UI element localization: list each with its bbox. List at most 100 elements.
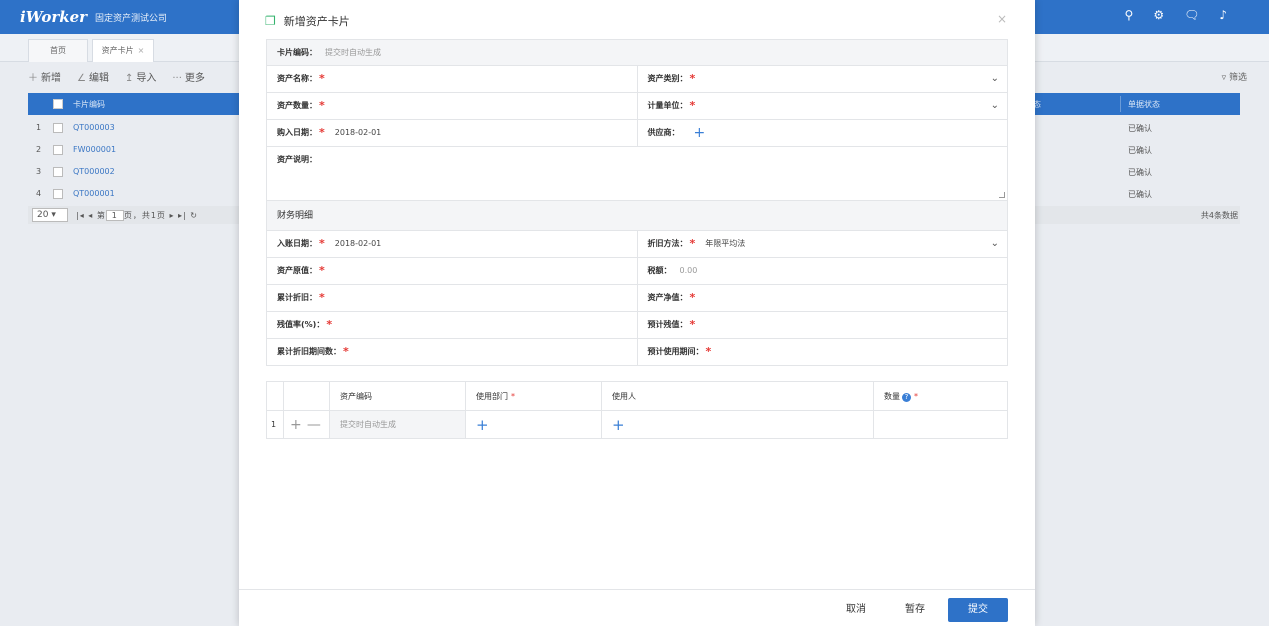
first-page-icon[interactable]: |◂ <box>76 211 85 220</box>
add-supplier-icon[interactable]: + <box>694 125 706 141</box>
more-label: 更多 <box>184 72 205 84</box>
card-code-row: 卡片编码： 提交时自动生成 <box>266 39 1008 66</box>
supplier-field: 供应商： + <box>636 120 1008 146</box>
chevron-down-icon: ⌄ <box>990 100 999 111</box>
message-icon[interactable]: 🗨 <box>1184 8 1199 22</box>
close-icon[interactable]: × <box>997 12 1007 26</box>
asset-desc-row: 资产说明： <box>266 147 1008 201</box>
qty-cell[interactable] <box>873 410 1008 439</box>
bell-icon[interactable]: ♪ <box>1219 8 1227 22</box>
col-card-code[interactable]: 卡片编码 <box>73 99 105 110</box>
depreciation-method-select[interactable]: 折旧方法： * 年限平均法 ⌄ <box>636 231 1008 257</box>
asset-desc-textarea[interactable]: 资产说明： <box>267 147 1007 200</box>
form-row: 资产名称： * 资产类别： * ⌄ <box>266 66 1008 93</box>
row-checkbox[interactable] <box>53 145 63 155</box>
card-code-link[interactable]: QT000001 <box>73 189 115 198</box>
dept-cell[interactable]: + <box>465 410 602 439</box>
header-qty-label: 数量 <box>884 391 900 401</box>
pencil-icon: ∠ <box>77 72 86 84</box>
more-button[interactable]: ··· 更多 <box>172 69 205 84</box>
add-user-icon[interactable]: + <box>612 416 625 434</box>
remove-row-icon[interactable]: — <box>307 417 321 433</box>
row-checkbox[interactable] <box>53 167 63 177</box>
required-mark: * <box>343 345 349 358</box>
row-checkbox[interactable] <box>53 123 63 133</box>
tab-asset-card[interactable]: 资产卡片 × <box>92 39 154 62</box>
form-row: 累计折旧： * 资产净值： * <box>266 285 1008 312</box>
chevron-down-icon: ⌄ <box>990 73 999 84</box>
required-mark: * <box>319 237 325 250</box>
unit-select[interactable]: 计量单位： * ⌄ <box>636 93 1008 119</box>
salvage-rate-label: 残值率(%)： <box>277 320 325 329</box>
next-page-icon[interactable]: ▸ <box>169 211 174 220</box>
close-icon[interactable]: × <box>138 46 145 55</box>
add-label: 新增 <box>41 72 61 84</box>
row-checkbox[interactable] <box>53 189 63 199</box>
tax-field[interactable]: 税额： 0.00 <box>636 258 1008 284</box>
prev-page-icon[interactable]: ◂ <box>88 211 93 220</box>
search-icon[interactable]: ⚲ <box>1125 8 1134 22</box>
page-input[interactable]: 1 <box>105 210 124 221</box>
depreciation-method-value: 年限平均法 <box>705 239 746 248</box>
help-icon[interactable]: ? <box>902 392 911 402</box>
plus-icon: ＋ <box>28 72 38 84</box>
est-use-periods-field[interactable]: 预计使用期间： * <box>636 339 1008 365</box>
card-code-link[interactable]: QT000002 <box>73 167 115 176</box>
form-row: 资产原值： * 税额： 0.00 <box>266 258 1008 285</box>
user-cell[interactable]: + <box>601 410 874 439</box>
col-doc-status[interactable]: 单据状态 <box>1128 99 1160 110</box>
ellipsis-icon: ··· <box>172 72 182 84</box>
entry-date-field[interactable]: 入账日期： * 2018-02-01 <box>267 231 637 257</box>
company-name[interactable]: 固定资产测试公司 <box>95 11 167 24</box>
original-value-field[interactable]: 资产原值： * <box>267 258 637 284</box>
asset-name-field[interactable]: 资产名称： * <box>267 66 637 92</box>
required-mark: * <box>319 72 325 85</box>
add-dept-icon[interactable]: + <box>476 416 489 434</box>
cancel-button[interactable]: 取消 <box>836 598 876 622</box>
filter-icon: ▿ <box>1221 73 1227 83</box>
submit-button[interactable]: 提交 <box>948 598 1008 622</box>
tab-home[interactable]: 首页 <box>28 39 88 62</box>
card-code-link[interactable]: FW000001 <box>73 145 116 154</box>
header-ops <box>283 381 330 411</box>
filter-button[interactable]: ▿ 筛选 <box>1222 70 1247 83</box>
salvage-rate-field[interactable]: 残值率(%)： * <box>267 312 637 338</box>
form-row: 残值率(%)： * 预计残值： * <box>266 312 1008 339</box>
settings-icon[interactable]: ⚙ <box>1153 8 1164 22</box>
asset-category-select[interactable]: 资产类别： * ⌄ <box>636 66 1008 92</box>
add-row-icon[interactable]: + <box>290 417 302 433</box>
import-button[interactable]: ↥ 导入 <box>125 69 156 84</box>
page-suffix: 页，共1页 <box>123 211 166 220</box>
resize-handle[interactable] <box>999 192 1005 198</box>
asset-detail-table: 资产编码 使用部门 * 使用人 数量? * 1 + — 提交时自动生成 + + <box>266 381 1008 439</box>
card-code-link[interactable]: QT000003 <box>73 123 115 132</box>
total-count: 共4条数据 <box>1200 211 1238 220</box>
required-mark: * <box>689 237 696 250</box>
last-page-icon[interactable]: ▸| <box>178 211 187 220</box>
table-row: 1 + — 提交时自动生成 + + <box>266 410 1008 439</box>
asset-quantity-label: 资产数量： <box>277 101 317 110</box>
edit-button[interactable]: ∠ 编辑 <box>77 69 109 84</box>
asset-quantity-field[interactable]: 资产数量： * <box>267 93 637 119</box>
select-all-checkbox[interactable] <box>53 99 63 109</box>
original-value-label: 资产原值： <box>277 266 317 275</box>
refresh-icon[interactable]: ↻ <box>190 211 198 220</box>
net-value-field[interactable]: 资产净值： * <box>636 285 1008 311</box>
table-header-row: 资产编码 使用部门 * 使用人 数量? * <box>266 381 1008 411</box>
add-button[interactable]: ＋新增 <box>28 69 61 84</box>
required-mark: * <box>689 291 696 304</box>
header-index <box>266 381 284 411</box>
page-size-value: 20 <box>37 210 49 220</box>
accum-depr-periods-field[interactable]: 累计折旧期间数： * <box>267 339 637 365</box>
doc-status: 已确认 <box>1128 190 1152 199</box>
header-user-label: 使用人 <box>612 391 636 401</box>
required-mark: * <box>511 391 515 401</box>
header-user: 使用人 <box>601 381 874 411</box>
page-size-select[interactable]: 20 ▾ <box>32 208 68 222</box>
modal-title-text: 新增资产卡片 <box>283 15 350 28</box>
accum-depreciation-field[interactable]: 累计折旧： * <box>267 285 637 311</box>
row-index: 1 <box>266 410 284 439</box>
purchase-date-field[interactable]: 购入日期： * 2018-02-01 <box>267 120 637 146</box>
est-salvage-field[interactable]: 预计残值： * <box>636 312 1008 338</box>
save-draft-button[interactable]: 暂存 <box>895 598 935 622</box>
